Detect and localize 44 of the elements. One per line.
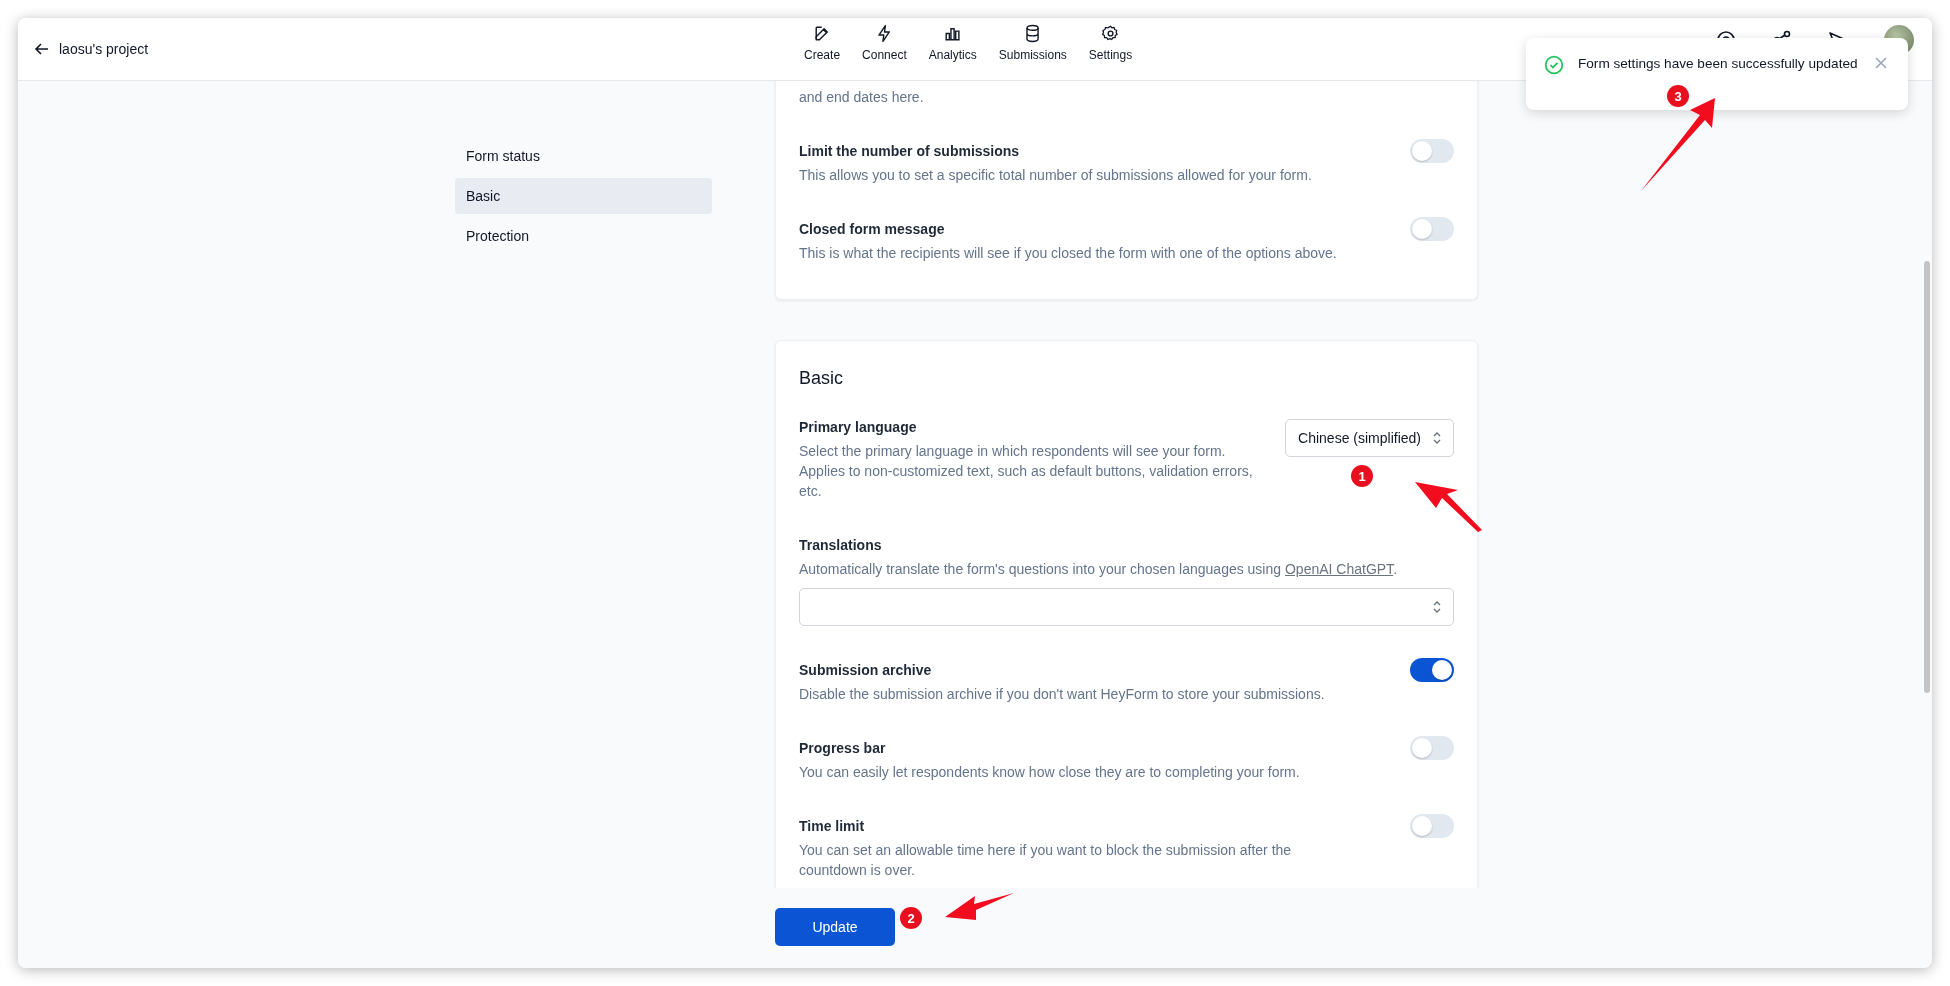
setting-title: Progress bar [799, 739, 887, 758]
setting-title: Limit the number of submissions [799, 142, 1021, 161]
toggle-switch[interactable] [1410, 658, 1454, 682]
nav-tab[interactable]: Create [796, 22, 849, 64]
setting-description: and end dates here. [799, 88, 925, 107]
chevron-updown-icon [1431, 600, 1443, 614]
nav-tab[interactable]: Connect [854, 22, 915, 64]
setting-description: Disable the submission archive if you don't want HeyForm to store your submissions. [799, 685, 1325, 704]
nav-tab[interactable]: Analytics [920, 22, 985, 64]
nav-tab[interactable]: Submissions [990, 22, 1075, 64]
setting-description: You can set an allowable time here if you want to block the submission after the countdown is over. [799, 841, 1293, 880]
sidebar-item[interactable]: Protection [455, 218, 712, 254]
section-title: Basic [799, 367, 844, 390]
check-circle-icon [1544, 55, 1564, 75]
sidebar-item[interactable]: Form status [455, 138, 712, 174]
chatgpt-link[interactable]: OpenAI ChatGPT [1284, 561, 1394, 577]
setting-title: Primary language [799, 418, 918, 437]
setting-description: This is what the recipients will see if you closed the form with one of the options above. [799, 244, 1337, 263]
project-name: laosu's project [59, 41, 149, 57]
setting-title: Time limit [799, 817, 866, 836]
nav-tab[interactable]: Settings [1080, 22, 1141, 64]
setting-description: You can easily let respondents know how close they are to completing your form. [799, 763, 1300, 782]
sidebar-item[interactable]: Basic [455, 178, 712, 214]
back-link[interactable]: laosu's project [28, 37, 155, 61]
setting-description: Select the primary language in which respondents will see your form. Applies to non-customized text, such as default buttons, validation errors, etc. [799, 442, 1254, 501]
back-arrow-icon [34, 41, 50, 57]
toggle-switch[interactable] [1410, 814, 1454, 838]
update-button[interactable]: Update [775, 907, 895, 946]
scrollbar[interactable] [1924, 261, 1930, 693]
toast-message: Form settings have been successfully updated [1578, 55, 1858, 73]
setting-title: Translations [799, 536, 883, 555]
chevron-updown-icon [1431, 431, 1443, 445]
setting-title: Submission archive [799, 661, 933, 680]
settings-icon [1101, 24, 1120, 43]
toggle-switch[interactable] [1410, 217, 1454, 241]
setting-title: Closed form message [799, 220, 946, 239]
annotation-arrow [1415, 482, 1482, 532]
setting-description: Automatically translate the form's questions into your chosen languages using OpenAI ChatGPT. [799, 560, 1398, 579]
toggle-switch[interactable] [1410, 139, 1454, 163]
annotation-arrow [945, 893, 1014, 920]
language-select[interactable]: Chinese (simplified) [1285, 419, 1454, 457]
setting-description: This allows you to set a specific total number of submissions allowed for your form. [799, 166, 1312, 185]
toggle-switch[interactable] [1410, 736, 1454, 760]
translations-select[interactable] [799, 588, 1454, 626]
